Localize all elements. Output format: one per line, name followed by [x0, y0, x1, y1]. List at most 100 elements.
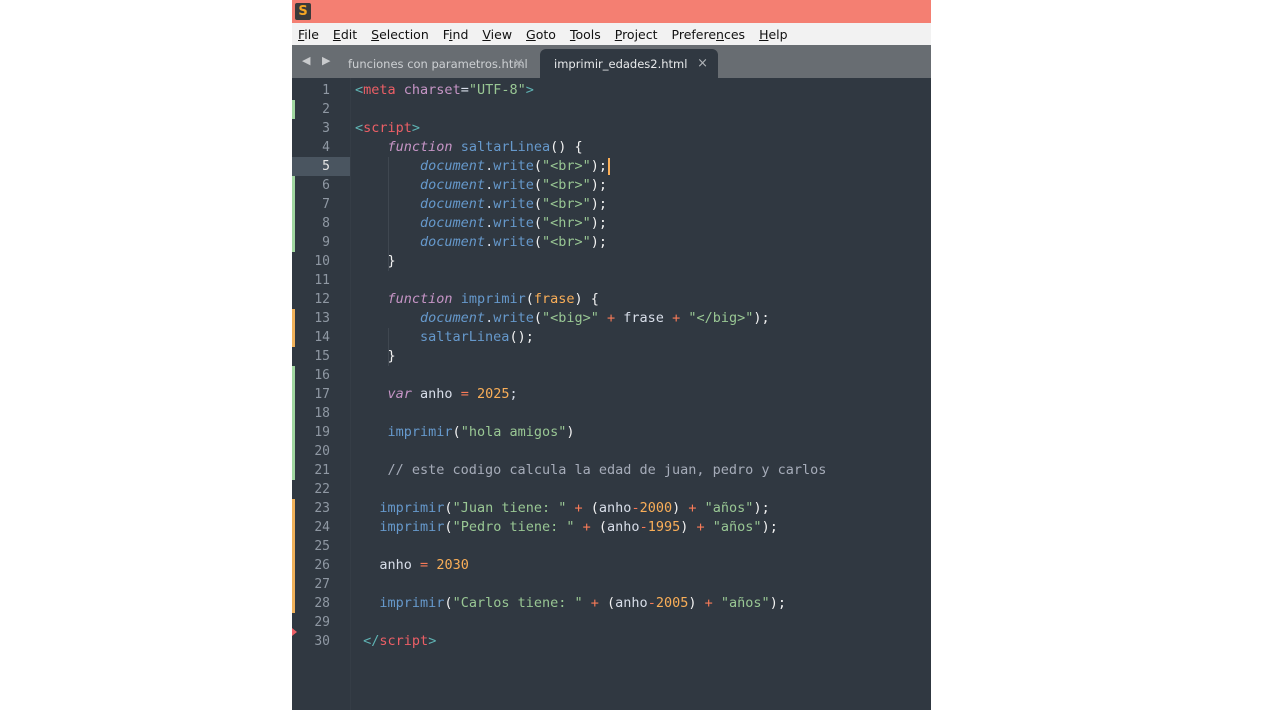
- close-tab-icon[interactable]: ×: [697, 56, 708, 71]
- menu-label-part: dit: [340, 26, 358, 42]
- code-text: document.write("<br>");: [355, 176, 607, 195]
- code-text: }: [355, 252, 396, 271]
- code-line[interactable]: 20: [292, 442, 931, 461]
- menu-goto[interactable]: Goto: [524, 27, 558, 42]
- menu-project[interactable]: Project: [613, 27, 660, 42]
- token-fn: imprimir: [460, 291, 526, 307]
- token-plain: .: [485, 310, 494, 326]
- token-op: -: [639, 519, 648, 535]
- code-line[interactable]: 23 imprimir("Juan tiene: " + (anho-2000)…: [292, 499, 931, 518]
- token-paren: }: [387, 348, 396, 364]
- line-number: 27: [314, 577, 330, 592]
- token-str: "<br>": [541, 177, 591, 193]
- menu-label-part: ces: [723, 26, 746, 42]
- token-fn: write: [493, 158, 534, 174]
- token-paren: ): [566, 424, 575, 440]
- token-num: 2030: [436, 557, 469, 573]
- menu-selection[interactable]: Selection: [369, 27, 431, 42]
- menu-tools[interactable]: Tools: [568, 27, 603, 42]
- code-line[interactable]: 27: [292, 575, 931, 594]
- token-kw: function: [387, 139, 453, 155]
- token-paren: );: [769, 595, 786, 611]
- token-tag: script: [379, 633, 429, 649]
- close-tab-icon[interactable]: ×: [513, 56, 524, 71]
- code-line[interactable]: 17 var anho = 2025;: [292, 385, 931, 404]
- code-line[interactable]: 12 function imprimir(frase) {: [292, 290, 931, 309]
- code-text: imprimir("Juan tiene: " + (anho-2000) + …: [355, 499, 769, 518]
- token-op: +: [582, 519, 591, 535]
- code-line[interactable]: 3 <script>: [292, 119, 931, 138]
- menu-file[interactable]: File: [296, 27, 321, 42]
- token-tag-punct: </: [363, 633, 380, 649]
- line-number: 4: [322, 140, 330, 155]
- token-str: "UTF-8": [468, 82, 526, 98]
- line-number: 21: [314, 463, 330, 478]
- code-line[interactable]: 4 function saltarLinea() {: [292, 138, 931, 157]
- token-str: "Carlos tiene: ": [452, 595, 583, 611]
- code-line[interactable]: 24 imprimir("Pedro tiene: " + (anho-1995…: [292, 518, 931, 537]
- code-line[interactable]: 2: [292, 100, 931, 119]
- tab-label: imprimir_edades2.html: [554, 56, 688, 71]
- tab-navigation-arrows-icon[interactable]: ◀ ▶: [302, 54, 334, 67]
- token-plain: .: [485, 196, 494, 212]
- code-line[interactable]: 21 // este codigo calcula la edad de jua…: [292, 461, 931, 480]
- token-str: "hola amigos": [460, 424, 567, 440]
- line-number: 12: [314, 292, 330, 307]
- code-line[interactable]: 18: [292, 404, 931, 423]
- code-text: var anho = 2025;: [355, 385, 518, 404]
- code-line[interactable]: 25: [292, 537, 931, 556]
- token-str: "años": [720, 595, 770, 611]
- line-number: 20: [314, 444, 330, 459]
- code-text: document.write("<big>" + frase + "</big>…: [355, 309, 770, 328]
- code-text: document.write("<br>");: [355, 157, 607, 176]
- menu-help[interactable]: Help: [757, 27, 790, 42]
- token-fn: imprimir: [379, 595, 445, 611]
- token-paren: (: [533, 177, 542, 193]
- token-fn: write: [493, 177, 534, 193]
- token-op: +: [590, 595, 599, 611]
- code-line[interactable]: 22: [292, 480, 931, 499]
- code-line[interactable]: 11: [292, 271, 931, 290]
- token-paren: (: [533, 196, 542, 212]
- code-line[interactable]: 1 <meta charset="UTF-8">: [292, 81, 931, 100]
- menu-find[interactable]: Find: [441, 27, 471, 42]
- editor-window: S File Edit Selection Find View Goto Tools Proj…: [292, 0, 931, 710]
- code-line[interactable]: 30 </script>: [292, 632, 931, 651]
- line-number: 3: [322, 121, 330, 136]
- menu-view[interactable]: View: [480, 27, 514, 42]
- tab-imprimir-edades2[interactable]: imprimir_edades2.html ×: [540, 49, 718, 78]
- code-line[interactable]: 26 anho = 2030: [292, 556, 931, 575]
- token-paren: );: [590, 196, 608, 212]
- line-number: 10: [314, 254, 330, 269]
- line-number: 16: [314, 368, 330, 383]
- line-number: 23: [314, 501, 330, 516]
- token-op: +: [688, 500, 697, 516]
- token-plain: .: [485, 215, 494, 231]
- menu-edit[interactable]: Edit: [331, 27, 359, 42]
- code-text: document.write("<br>");: [355, 195, 607, 214]
- token-plain: anho: [607, 519, 640, 535]
- code-line[interactable]: 28 imprimir("Carlos tiene: " + (anho-200…: [292, 594, 931, 613]
- git-deleted-marker-icon: [292, 628, 297, 636]
- code-line[interactable]: 13 document.write("<big>" + frase + "</b…: [292, 309, 931, 328]
- line-number: 8: [322, 216, 330, 231]
- code-text: document.write("<br>");: [355, 233, 607, 252]
- code-editor[interactable]: 1 <meta charset="UTF-8"> 2 3 <script> 4 funct…: [292, 78, 931, 710]
- line-number: 2: [322, 102, 330, 117]
- token-tag: meta: [363, 82, 396, 98]
- token-plain: anho: [598, 500, 632, 516]
- title-bar: S: [292, 0, 931, 23]
- token-paren: (: [607, 595, 616, 611]
- code-line[interactable]: 29: [292, 613, 931, 632]
- code-line[interactable]: 16: [292, 366, 931, 385]
- menu-preferences[interactable]: Preferences: [670, 27, 748, 42]
- tab-funciones-con-parametros[interactable]: funciones con parametros.html ×: [334, 49, 534, 78]
- menu-mnemonic: P: [614, 26, 623, 42]
- code-line[interactable]: 19 imprimir("hola amigos"): [292, 423, 931, 442]
